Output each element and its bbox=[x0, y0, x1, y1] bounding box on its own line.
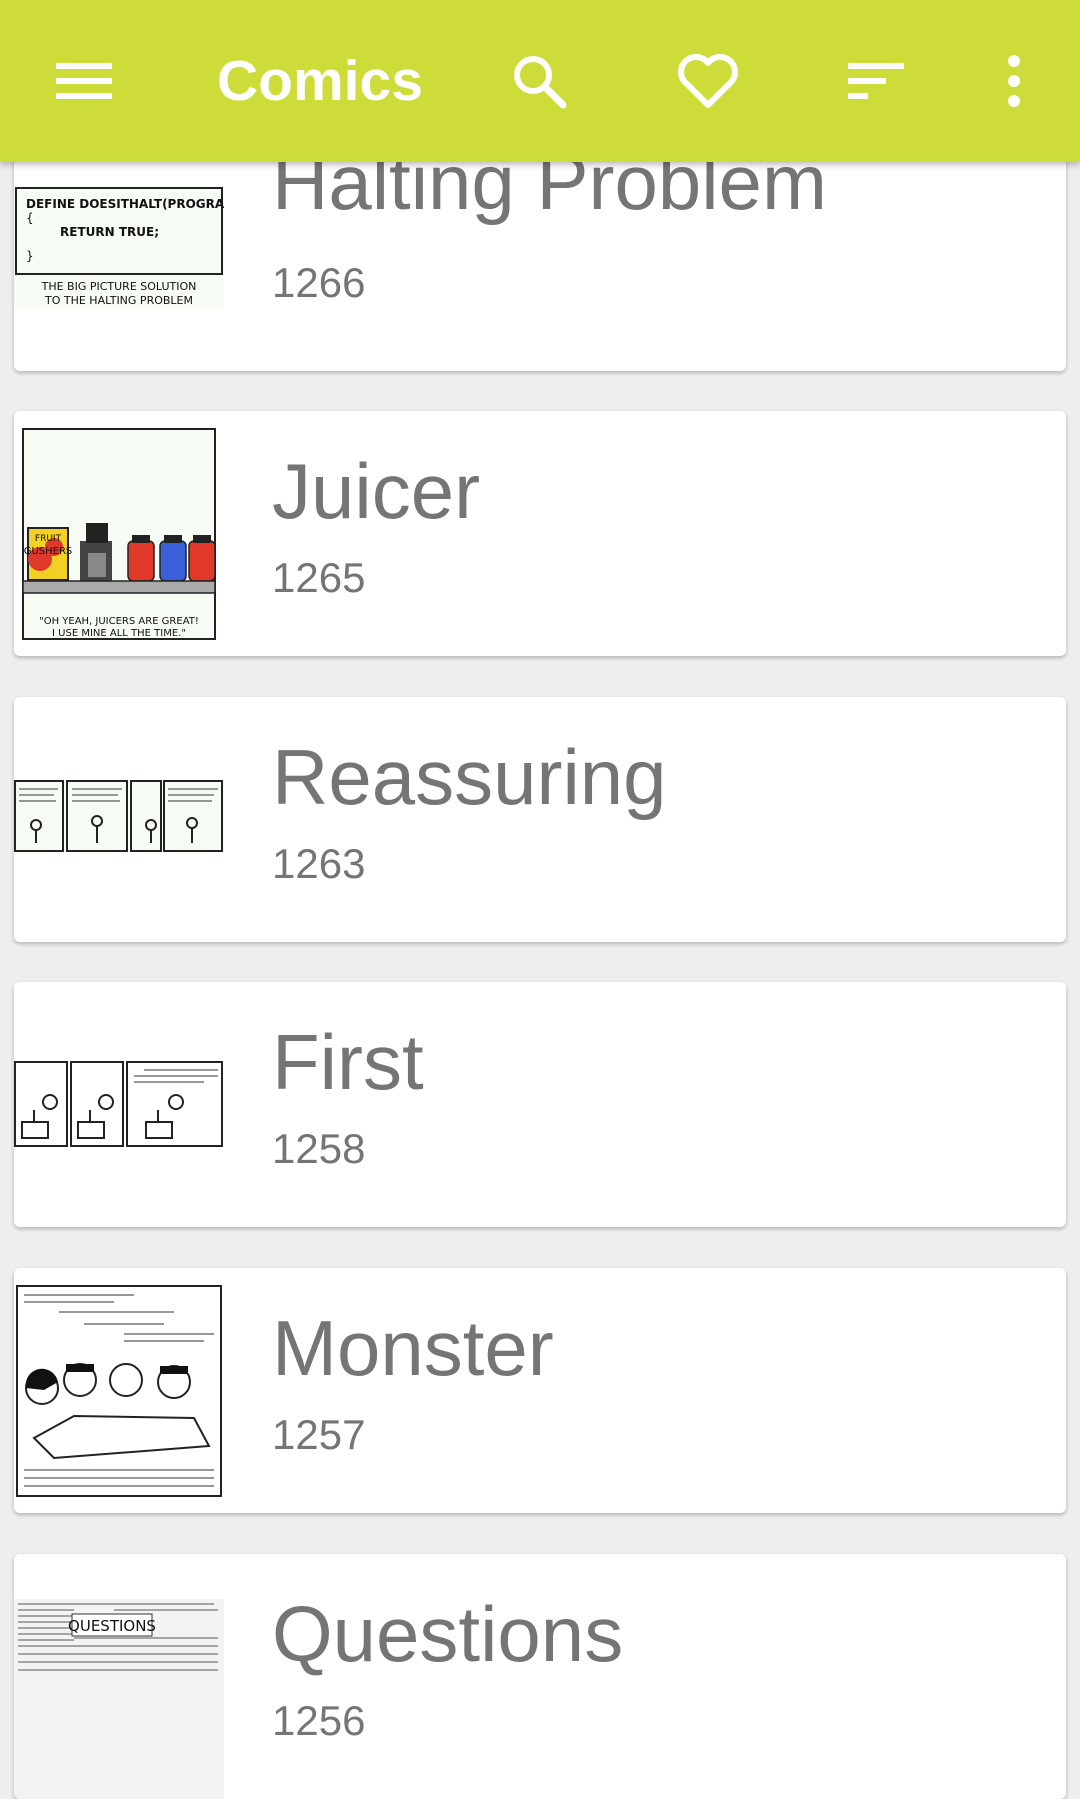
thumb-text: FRUIT bbox=[35, 534, 62, 544]
svg-text:"OH YEAH, JUICERS ARE GREAT!: "OH YEAH, JUICERS ARE GREAT! bbox=[39, 616, 199, 627]
svg-text:GUSHERS: GUSHERS bbox=[24, 546, 73, 557]
comic-title: First bbox=[272, 1018, 424, 1106]
comic-thumbnail: FRUIT GUSHERS "OH YEAH, JUICERS ARE GREA… bbox=[22, 428, 216, 640]
comic-card-halting-problem[interactable]: DEFINE DOESITHALT(PROGRAM): { RETURN TRU… bbox=[14, 126, 1066, 371]
svg-text:THE BIG PICTURE SOLUTION: THE BIG PICTURE SOLUTION bbox=[41, 280, 197, 293]
comic-number: 1258 bbox=[272, 1125, 366, 1172]
comic-thumbnail: DEFINE DOESITHALT(PROGRAM): { RETURN TRU… bbox=[14, 186, 224, 308]
svg-text:{: { bbox=[26, 211, 34, 225]
comic-title: Juicer bbox=[272, 447, 481, 535]
comic-list[interactable]: DEFINE DOESITHALT(PROGRAM): { RETURN TRU… bbox=[0, 0, 1080, 1799]
comic-title: Reassuring bbox=[272, 733, 667, 821]
comic-title: Questions bbox=[272, 1590, 624, 1678]
search-icon bbox=[514, 56, 567, 109]
sort-button[interactable] bbox=[834, 39, 918, 123]
comic-card-questions[interactable]: QUESTIONS Questions 1256 bbox=[14, 1554, 1066, 1799]
comic-number: 1265 bbox=[272, 554, 366, 601]
comic-thumbnail bbox=[14, 1060, 224, 1148]
more-options-button[interactable] bbox=[972, 39, 1056, 123]
comic-number: 1263 bbox=[272, 840, 366, 887]
svg-text:I USE MINE ALL THE TIME.": I USE MINE ALL THE TIME." bbox=[52, 628, 186, 639]
comic-card-juicer[interactable]: FRUIT GUSHERS "OH YEAH, JUICERS ARE GREA… bbox=[14, 411, 1066, 656]
thumb-text: DEFINE DOESITHALT(PROGRAM): bbox=[26, 197, 224, 211]
svg-text:}: } bbox=[26, 249, 34, 263]
comic-card-first[interactable]: First 1258 bbox=[14, 982, 1066, 1227]
comic-number: 1266 bbox=[272, 259, 366, 306]
comic-title: Monster bbox=[272, 1304, 554, 1392]
favorites-button[interactable] bbox=[666, 39, 750, 123]
search-button[interactable] bbox=[497, 39, 581, 123]
app-title: Comics bbox=[217, 49, 423, 113]
sort-icon bbox=[848, 63, 904, 99]
comic-thumbnail bbox=[16, 1285, 222, 1497]
more-vert-icon bbox=[1008, 55, 1020, 107]
app-bar: Comics bbox=[0, 0, 1080, 162]
comic-thumbnail bbox=[14, 780, 224, 852]
heart-icon bbox=[678, 54, 738, 108]
menu-icon bbox=[56, 63, 112, 99]
comic-card-monster[interactable]: Monster 1257 bbox=[14, 1268, 1066, 1513]
menu-button[interactable] bbox=[42, 39, 126, 123]
svg-text:TO THE HALTING PROBLEM: TO THE HALTING PROBLEM bbox=[44, 294, 193, 307]
svg-text:RETURN TRUE;: RETURN TRUE; bbox=[60, 225, 159, 239]
comic-number: 1256 bbox=[272, 1697, 366, 1744]
thumb-text: QUESTIONS bbox=[68, 1617, 156, 1635]
comic-thumbnail: QUESTIONS bbox=[14, 1599, 224, 1799]
comic-number: 1257 bbox=[272, 1411, 366, 1458]
comic-card-reassuring[interactable]: Reassuring 1263 bbox=[14, 697, 1066, 942]
